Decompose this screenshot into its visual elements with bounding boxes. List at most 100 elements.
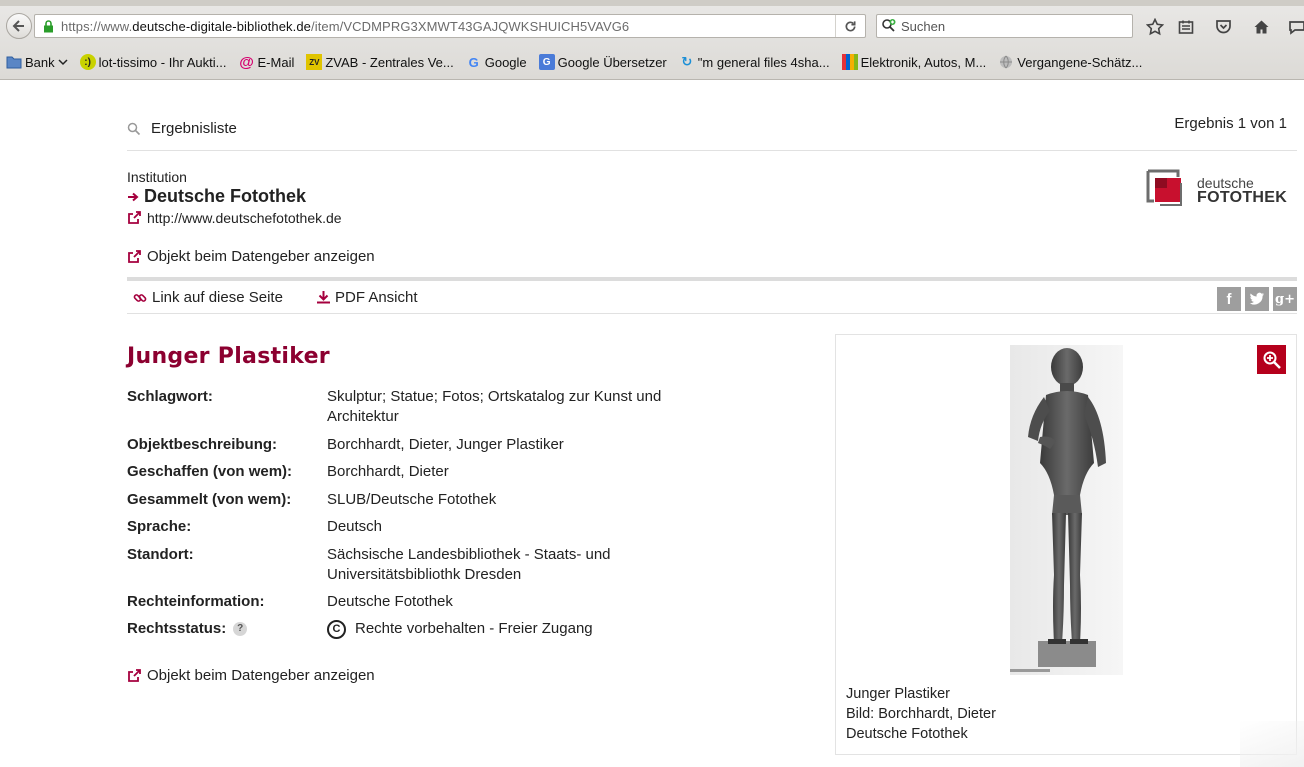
metadata-key: Rechteinformation:: [127, 593, 265, 610]
sculpture-photo[interactable]: [1010, 345, 1123, 675]
bookmark-google[interactable]: G Google: [466, 54, 527, 70]
external-link-icon: [128, 668, 141, 682]
object-provider-link-top[interactable]: Objekt beim Datengeber anzeigen: [127, 248, 375, 265]
caption-source: Deutsche Fotothek: [846, 726, 968, 742]
object-provider-label: Objekt beim Datengeber anzeigen: [147, 667, 375, 684]
institution-url-link[interactable]: http://www.deutschefotothek.de: [127, 210, 342, 226]
zoom-in-icon: [1263, 351, 1281, 369]
results-list-label: Ergebnisliste: [151, 120, 237, 137]
metadata-key: Schlagwort:: [127, 388, 213, 405]
bookmark-google-translate[interactable]: G Google Übersetzer: [538, 54, 667, 70]
statue-image: [1010, 345, 1123, 675]
chain-link-icon: [133, 293, 147, 302]
metadata-key-label: Rechtsstatus:: [127, 620, 227, 637]
twitter-icon: [1249, 292, 1264, 305]
url-text: https://www.deutsche-digitale-bibliothek…: [61, 19, 629, 34]
logo-line2: FOTOTHEK: [1197, 189, 1288, 206]
page-title: Junger Plastiker: [127, 344, 330, 369]
bookmark-star-icon[interactable]: [1144, 16, 1166, 38]
copyright-icon: C: [327, 619, 346, 639]
pdf-view-label: PDF Ansicht: [335, 289, 418, 306]
download-icon: [317, 291, 330, 304]
results-list-link[interactable]: Ergebnisliste: [127, 120, 237, 137]
divider: [127, 150, 1297, 151]
fotothek-logo-icon: [1146, 169, 1182, 206]
ebay-icon: [841, 54, 858, 70]
reading-list-icon[interactable]: [1175, 16, 1197, 38]
zvab-icon: ZV: [306, 54, 323, 70]
bookmark-label: Elektronik, Autos, M...: [860, 54, 987, 70]
object-provider-link-bottom[interactable]: Objekt beim Datengeber anzeigen: [127, 667, 375, 684]
metadata-value: Borchhardt, Dieter, Junger Plastiker: [327, 436, 564, 453]
help-icon[interactable]: ?: [233, 622, 248, 636]
metadata-value: Borchhardt, Dieter: [327, 463, 449, 480]
bookmark-label: Bank: [25, 54, 55, 70]
bookmark-email[interactable]: @ E-Mail: [239, 53, 295, 71]
external-link-icon: [128, 249, 141, 263]
4shared-icon: ↻: [681, 54, 693, 69]
bookmark-vergangene-schaetze[interactable]: Vergangene-Schätz...: [998, 54, 1142, 70]
metadata-value[interactable]: Rechte vorbehalten - Freier Zugang: [355, 620, 593, 637]
lock-icon: [35, 19, 61, 33]
metadata-key: Sprache:: [127, 518, 192, 535]
metadata-key: Geschaffen (von wem):: [127, 463, 293, 480]
corner-fade: [1240, 721, 1304, 767]
pocket-icon[interactable]: [1212, 16, 1234, 38]
link-page-button[interactable]: Link auf diese Seite: [133, 289, 283, 306]
divider-thick: [127, 277, 1297, 281]
bookmark-lot-tissimo[interactable]: :) lot-tissimo - Ihr Aukti...: [79, 54, 227, 70]
metadata-value: Sächsische Landesbibliothek - Staats- un…: [327, 546, 611, 583]
zoom-button[interactable]: [1257, 345, 1286, 374]
googleplus-share-button[interactable]: g+: [1273, 287, 1297, 311]
googleplus-icon: g+: [1275, 291, 1295, 307]
bookmark-label: "m general files 4sha...: [697, 54, 830, 70]
pdf-view-button[interactable]: PDF Ansicht: [316, 289, 418, 306]
external-link-icon: [128, 211, 141, 224]
object-provider-label: Objekt beim Datengeber anzeigen: [147, 248, 375, 265]
link-page-label: Link auf diese Seite: [152, 289, 283, 306]
bookmark-label: Google: [484, 54, 527, 70]
search-engine-icon: [882, 19, 896, 32]
bookmark-zvab[interactable]: ZV ZVAB - Zentrales Ve...: [306, 54, 454, 70]
facebook-share-button[interactable]: f: [1217, 287, 1241, 311]
navigation-toolbar: https://www.deutsche-digitale-bibliothek…: [0, 8, 1304, 44]
reload-icon: [845, 20, 856, 31]
metadata-key: Gesammelt (von wem):: [127, 491, 292, 508]
bookmarks-toolbar: Bank :) lot-tissimo - Ihr Aukti... @ E-M…: [0, 50, 1304, 74]
search-input[interactable]: [901, 18, 1121, 34]
twitter-share-button[interactable]: [1245, 287, 1269, 311]
chat-icon[interactable]: [1286, 16, 1304, 38]
bookmark-label: lot-tissimo - Ihr Aukti...: [98, 54, 227, 70]
bookmark-ebay[interactable]: Elektronik, Autos, M...: [841, 54, 987, 70]
search-icon: [127, 122, 141, 135]
smiley-icon: :): [79, 54, 96, 70]
bookmark-label: Vergangene-Schätz...: [1017, 54, 1143, 70]
tab-strip: [0, 0, 1304, 6]
divider: [127, 313, 1297, 314]
institution-link[interactable]: Deutsche Fotothek: [127, 186, 306, 207]
at-icon: @: [239, 53, 254, 71]
institution-label: Institution: [127, 169, 187, 185]
bookmark-4shared[interactable]: ↻ "m general files 4sha...: [679, 54, 830, 70]
home-icon[interactable]: [1250, 16, 1272, 38]
reload-button[interactable]: [835, 15, 865, 37]
address-bar[interactable]: https://www.deutsche-digitale-bibliothek…: [34, 14, 866, 38]
bookmark-label: ZVAB - Zentrales Ve...: [325, 54, 454, 70]
search-bar[interactable]: [876, 14, 1133, 38]
arrow-left-icon: [12, 20, 24, 32]
back-button[interactable]: [6, 13, 32, 39]
metadata-key: Standort:: [127, 546, 194, 563]
metadata-value: Deutsche Fotothek: [327, 593, 453, 610]
bookmark-label: E-Mail: [257, 54, 295, 70]
metadata-value: Deutsch: [327, 518, 383, 535]
institution-name: Deutsche Fotothek: [144, 186, 307, 206]
translate-icon: G: [538, 54, 555, 70]
url-prefix: https://www.: [61, 18, 133, 34]
metadata-value: Skulptur; Statue; Fotos; Ortskatalog zur…: [327, 388, 662, 425]
chevron-down-icon: [58, 59, 68, 66]
caption-title: Junger Plastiker: [846, 686, 950, 702]
bookmark-bank[interactable]: Bank: [6, 54, 68, 70]
deutsche-fotothek-logo[interactable]: deutsche FOTOTHEK: [1146, 169, 1288, 209]
metadata-key: Objektbeschreibung:: [127, 436, 278, 453]
google-icon: G: [468, 54, 479, 70]
